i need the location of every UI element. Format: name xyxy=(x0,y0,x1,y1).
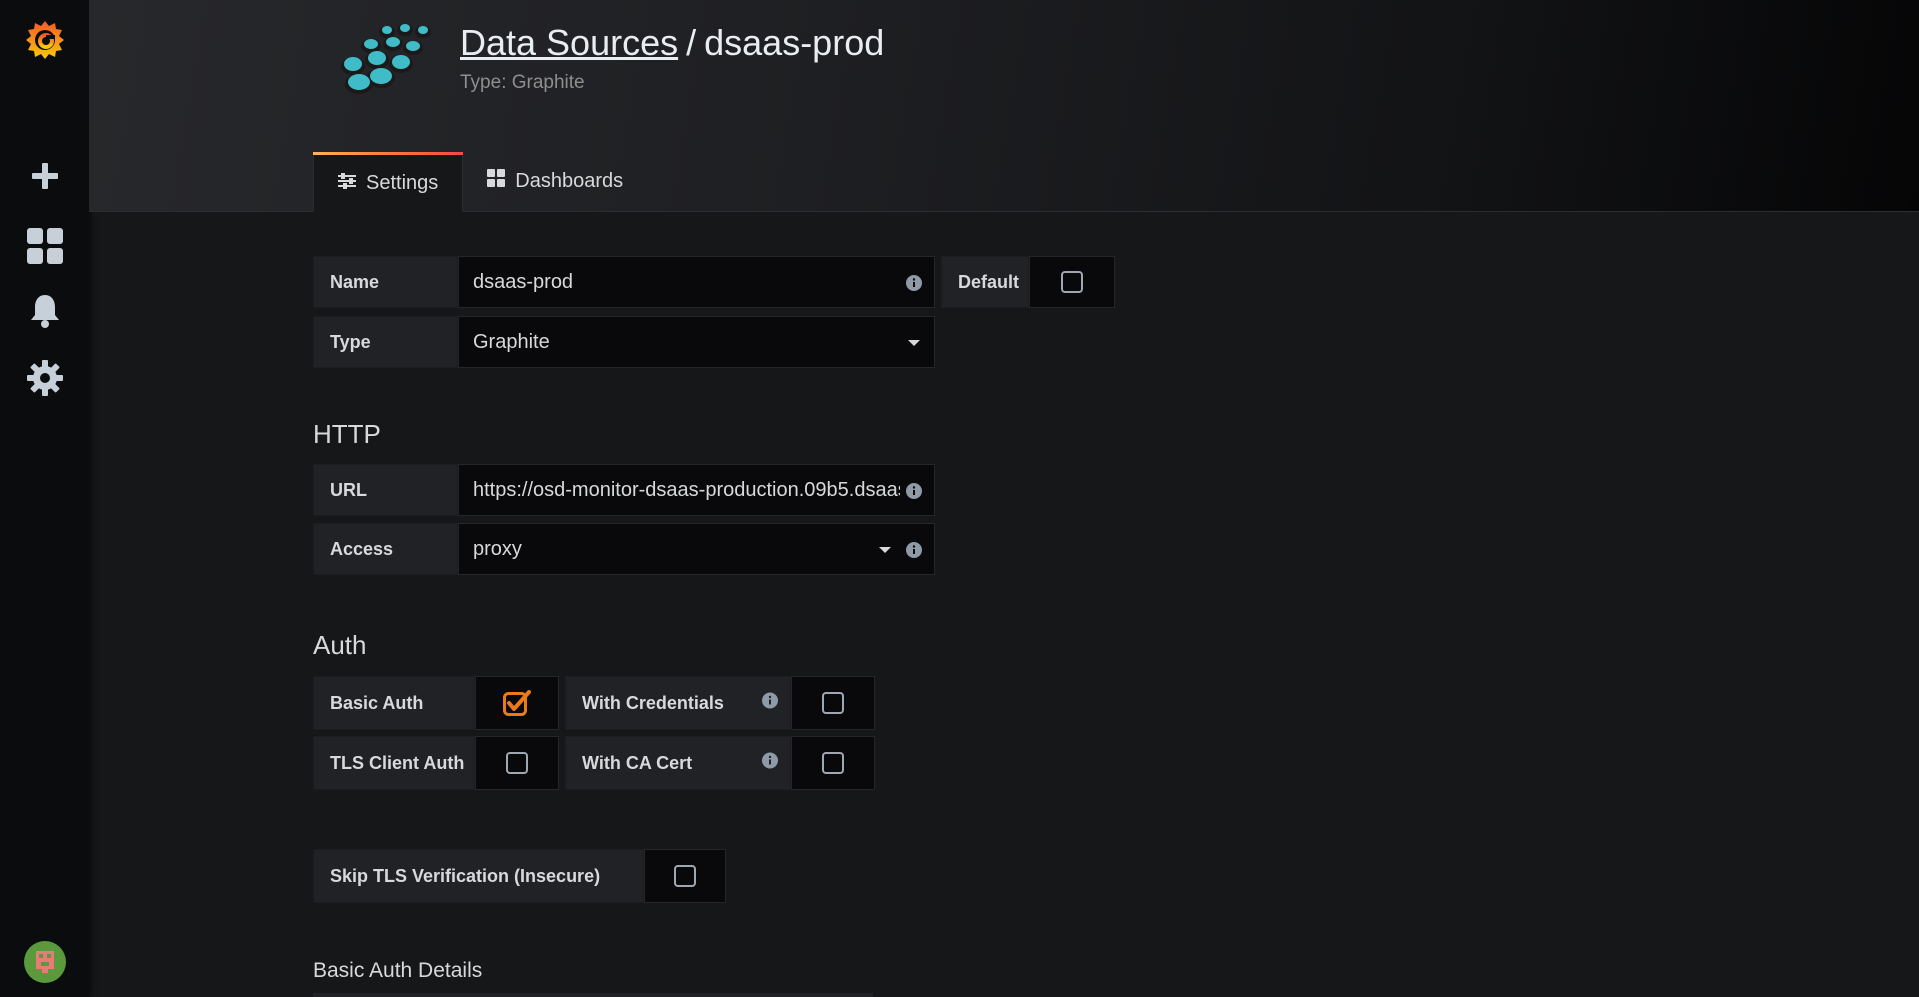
info-icon[interactable] xyxy=(762,692,778,714)
access-label: Access xyxy=(313,523,458,575)
breadcrumb-data-sources-link[interactable]: Data Sources xyxy=(460,22,678,63)
with-ca-cert-label-text: With CA Cert xyxy=(582,752,693,773)
name-input-value: dsaas-prod xyxy=(473,270,574,293)
name-label: Name xyxy=(313,256,458,308)
with-credentials-checkbox-box xyxy=(822,692,844,714)
default-label: Default xyxy=(941,256,1029,308)
page-header: Data Sources / dsaas-prod Type: Graphite S… xyxy=(89,0,1919,212)
info-icon[interactable] xyxy=(906,482,922,499)
create-plus-icon[interactable] xyxy=(0,156,89,196)
alerting-bell-icon[interactable] xyxy=(0,290,89,332)
basic-auth-label: Basic Auth xyxy=(313,676,475,730)
skip-tls-row: Skip TLS Verification (Insecure) xyxy=(313,849,726,903)
page-subtitle: Type: Graphite xyxy=(460,72,585,93)
with-credentials-checkbox[interactable] xyxy=(791,676,875,730)
basic-auth-details-next-row xyxy=(313,993,873,997)
with-ca-cert-checkbox-box xyxy=(822,752,844,774)
tab-settings[interactable]: Settings xyxy=(313,152,464,212)
chevron-down-icon xyxy=(908,340,920,346)
tab-dashboards-label: Dashboards xyxy=(515,169,624,192)
side-menu xyxy=(0,0,89,997)
auth-section-title: Auth xyxy=(313,630,367,660)
skip-tls-label: Skip TLS Verification (Insecure) xyxy=(313,849,644,903)
name-input[interactable]: dsaas-prod xyxy=(458,256,935,308)
info-icon[interactable] xyxy=(762,752,778,774)
type-label: Type xyxy=(313,316,458,368)
type-row: Type Graphite xyxy=(313,316,935,368)
default-checkbox[interactable] xyxy=(1029,256,1115,308)
tab-dashboards[interactable]: Dashboards xyxy=(463,152,647,210)
tls-client-auth-checkbox-box xyxy=(506,752,528,774)
datasource-name-title: dsaas-prod xyxy=(704,22,885,63)
type-select[interactable]: Graphite xyxy=(458,316,935,368)
access-select-value: proxy xyxy=(473,537,522,560)
with-credentials-label: With Credentials xyxy=(565,676,791,730)
auth-row-1: Basic Auth With Credentials xyxy=(313,676,875,730)
breadcrumb-separator: / xyxy=(686,22,697,63)
url-label: URL xyxy=(313,464,458,516)
http-section-title: HTTP xyxy=(313,419,381,449)
page-title: Data Sources / dsaas-prod xyxy=(460,22,884,64)
configuration-gear-icon[interactable] xyxy=(0,356,89,400)
default-checkbox-box xyxy=(1061,271,1083,293)
access-row: Access proxy xyxy=(313,523,935,575)
auth-row-2: TLS Client Auth With CA Cert xyxy=(313,736,875,790)
basic-auth-details-title: Basic Auth Details xyxy=(313,959,483,982)
dashboards-grid-icon[interactable] xyxy=(0,224,89,268)
tab-settings-label: Settings xyxy=(366,171,439,194)
access-select[interactable]: proxy xyxy=(458,523,935,575)
grafana-logo-icon[interactable] xyxy=(0,16,89,66)
info-icon[interactable] xyxy=(906,274,922,291)
type-select-value: Graphite xyxy=(473,330,550,353)
url-input-value: https://osd-monitor-dsaas-production.09b… xyxy=(473,478,900,501)
skip-tls-checkbox-box xyxy=(674,865,696,887)
basic-auth-checkbox[interactable] xyxy=(475,676,559,730)
chevron-down-icon xyxy=(879,547,891,553)
checkbox-checked-icon xyxy=(503,690,531,716)
with-credentials-label-text: With Credentials xyxy=(582,692,724,713)
tls-client-auth-checkbox[interactable] xyxy=(475,736,559,790)
tab-bar: Settings Dashboards xyxy=(313,152,647,212)
datasource-settings-form: Name dsaas-prod Default Type Graphite HT… xyxy=(89,212,1919,997)
url-input[interactable]: https://osd-monitor-dsaas-production.09b… xyxy=(458,464,935,516)
with-ca-cert-checkbox[interactable] xyxy=(791,736,875,790)
with-ca-cert-label: With CA Cert xyxy=(565,736,791,790)
name-row: Name dsaas-prod Default xyxy=(313,256,1115,308)
user-avatar[interactable] xyxy=(0,940,89,984)
url-row: URL https://osd-monitor-dsaas-production… xyxy=(313,464,935,516)
grid-icon xyxy=(487,169,506,193)
tls-client-auth-label: TLS Client Auth xyxy=(313,736,475,790)
skip-tls-checkbox[interactable] xyxy=(644,849,726,903)
info-icon[interactable] xyxy=(906,541,922,558)
sliders-icon xyxy=(338,172,356,195)
graphite-logo-icon xyxy=(331,20,441,102)
